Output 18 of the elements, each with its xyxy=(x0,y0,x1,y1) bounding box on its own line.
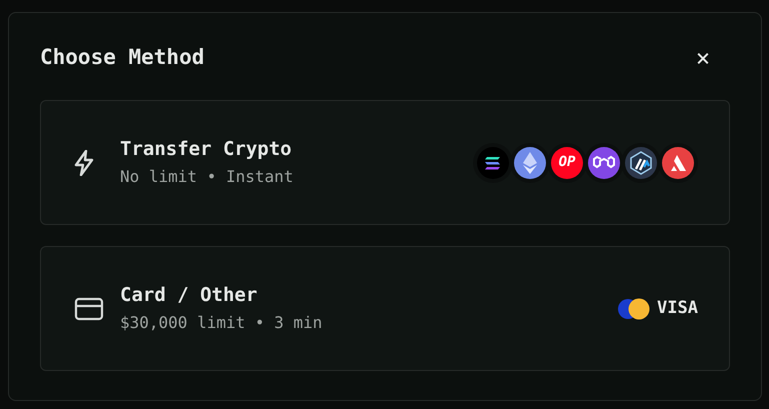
method-card[interactable]: Transfer Crypto No limit • Instant OP xyxy=(40,100,730,225)
credit-card-icon xyxy=(74,296,104,320)
method-subtitle: No limit • Instant xyxy=(120,166,294,187)
dialog-title: Choose Method xyxy=(40,44,204,71)
diamond-logo-icon xyxy=(514,146,546,178)
card-brand: VISA xyxy=(657,296,698,320)
method-title: Card / Other xyxy=(120,284,258,308)
method-subtitle: $30,000 limit • 3 min xyxy=(120,312,324,333)
lightning-icon xyxy=(74,150,94,176)
triangle-logo-icon xyxy=(662,146,694,178)
links-logo-icon xyxy=(588,146,620,178)
hexagon-logo-icon xyxy=(625,146,657,178)
method-title: Transfer Crypto xyxy=(120,138,293,162)
close-button[interactable]: × xyxy=(693,46,713,70)
stripes-logo-icon xyxy=(477,146,509,178)
op-logo: OP xyxy=(551,146,583,178)
overlapping-circles-icon xyxy=(618,298,650,320)
method-card[interactable]: Card / Other $30,000 limit • 3 min VISA xyxy=(40,246,730,371)
